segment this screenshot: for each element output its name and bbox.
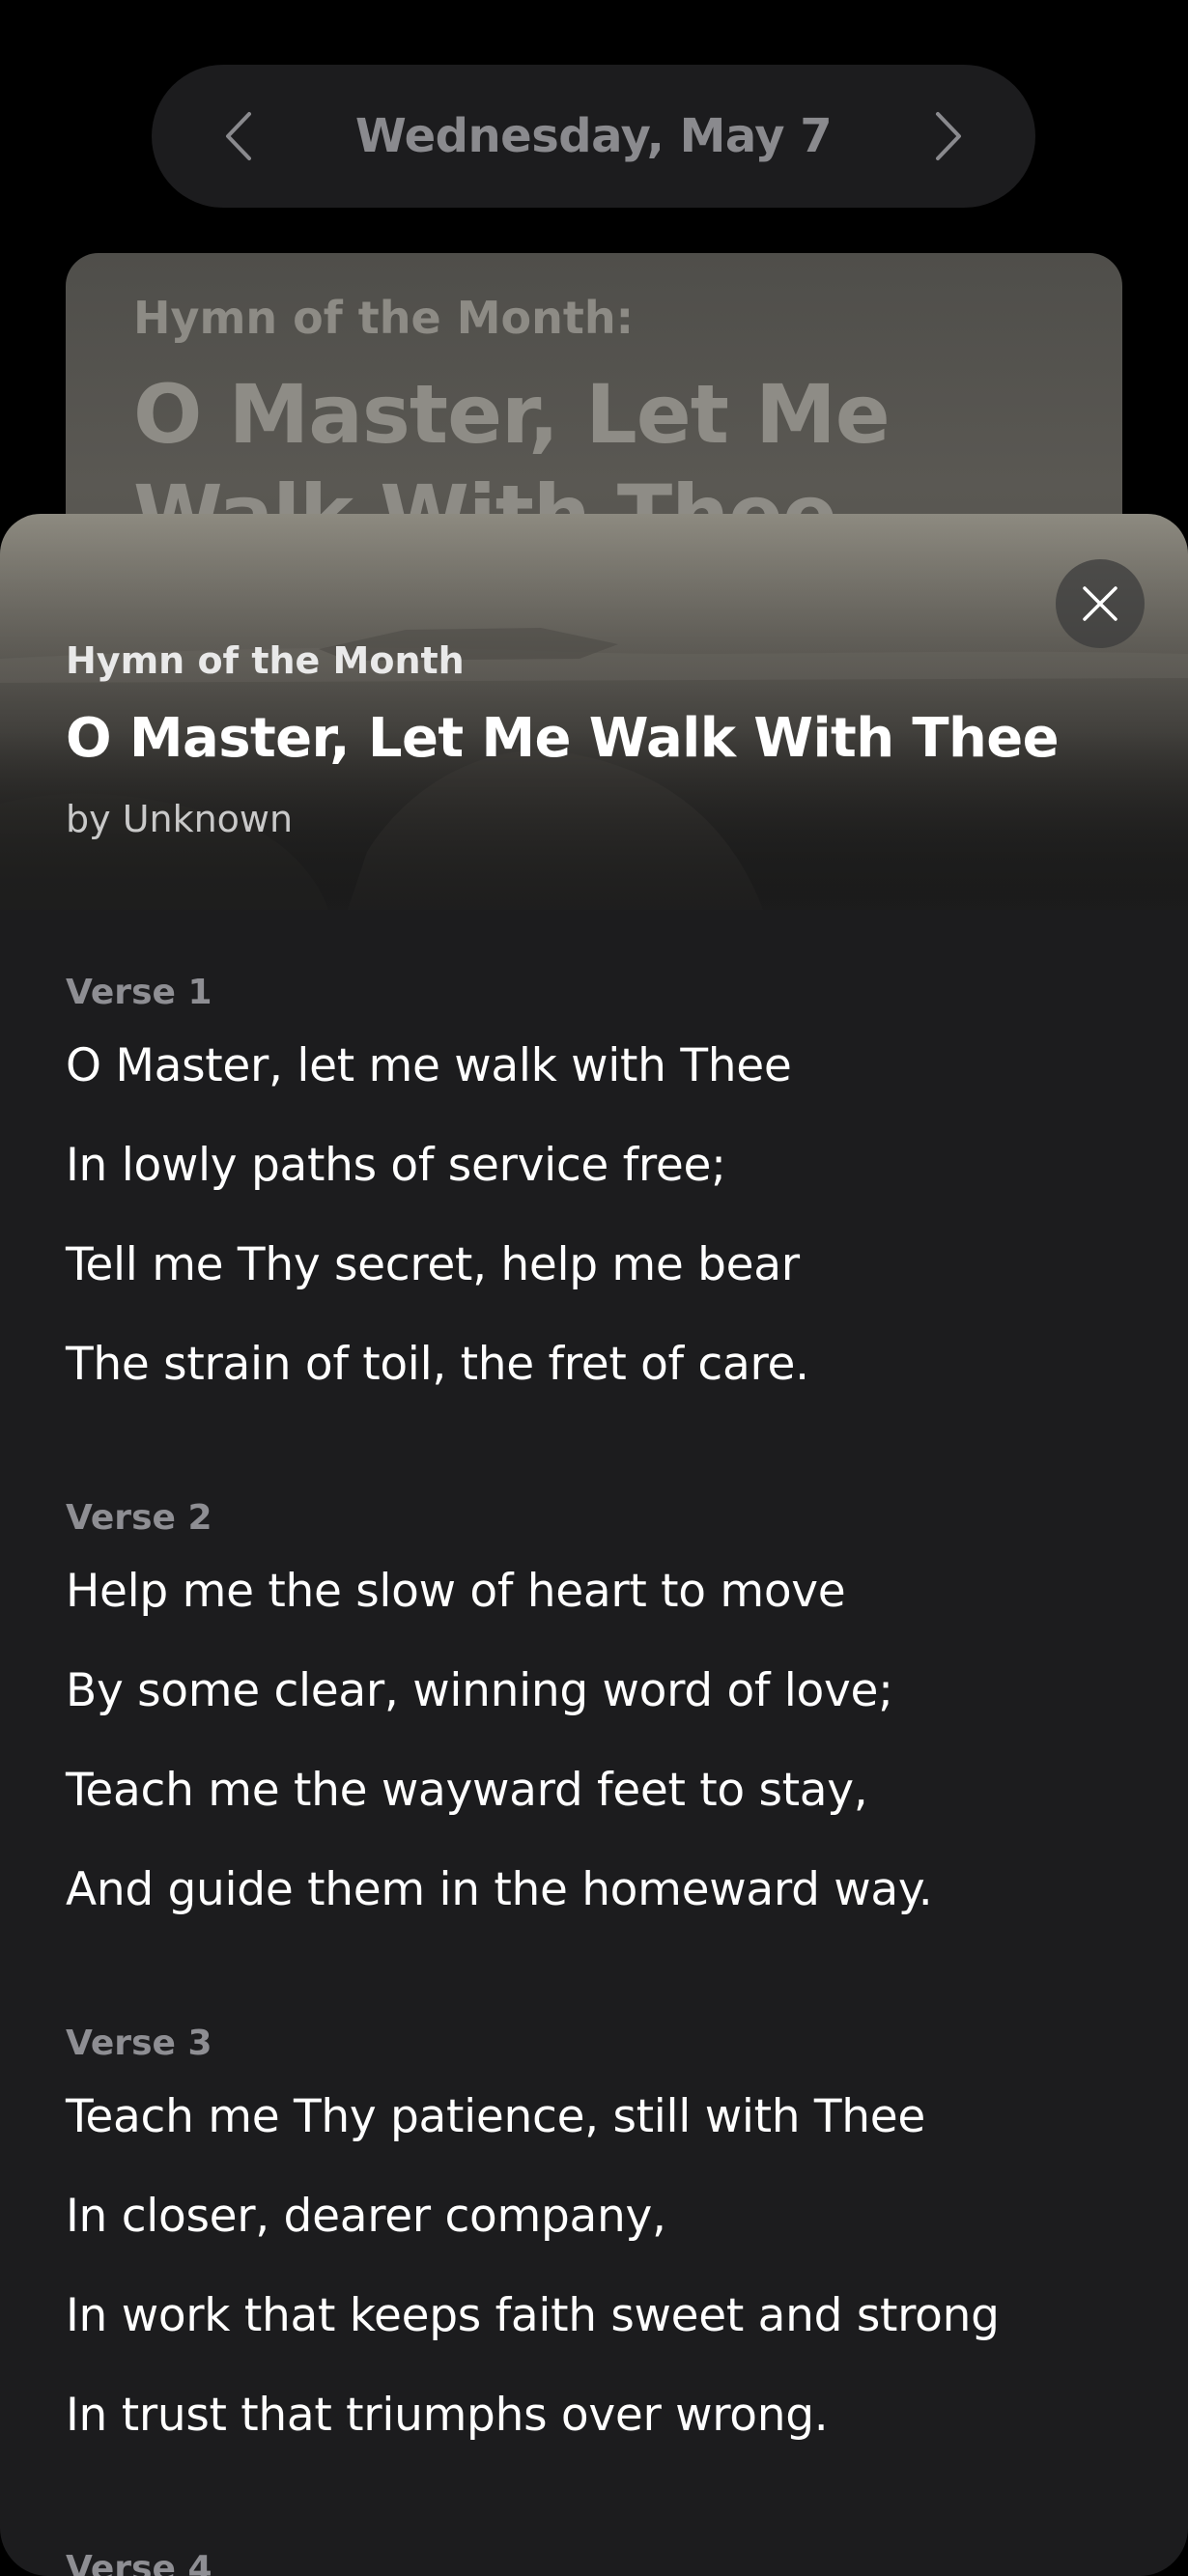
date-navigator: Wednesday, May 7	[152, 65, 1035, 208]
verse-label: Verse 3	[66, 2024, 212, 2063]
verse-line: Teach me Thy patience, still with Thee	[66, 2090, 925, 2143]
verse-line: In closer, dearer company,	[66, 2190, 666, 2243]
close-icon	[1083, 586, 1117, 621]
verse-line: Help me the slow of heart to move	[66, 1565, 846, 1618]
verse-line: In trust that triumphs over wrong.	[66, 2389, 829, 2442]
verse-line: In lowly paths of service free;	[66, 1139, 726, 1192]
chevron-right-icon	[936, 112, 961, 160]
screen: Wednesday, May 7 Hymn of the Month: O Ma…	[0, 0, 1188, 2576]
verse-line: And guide them in the homeward way.	[66, 1863, 933, 1916]
hymn-author: by Unknown	[66, 798, 294, 840]
verse-label: Verse 4	[66, 2549, 212, 2576]
hymn-card-label: Hymn of the Month:	[133, 292, 635, 344]
previous-day-button[interactable]	[200, 98, 277, 175]
verse-line: The strain of toil, the fret of care.	[66, 1338, 809, 1391]
hymn-detail-sheet: Hymn of the Month O Master, Let Me Walk …	[0, 514, 1188, 2576]
verse-line: By some clear, winning word of love;	[66, 1664, 893, 1717]
sheet-label: Hymn of the Month	[66, 639, 465, 682]
chevron-left-icon	[226, 112, 251, 160]
verse-block: Verse 4	[66, 2544, 1122, 2576]
verses-list: Verse 1 O Master, let me walk with Thee …	[0, 910, 1188, 2576]
current-date: Wednesday, May 7	[354, 109, 833, 163]
verse-line: Tell me Thy secret, help me bear	[66, 1238, 800, 1291]
sheet-header: Hymn of the Month O Master, Let Me Walk …	[0, 514, 1188, 910]
next-day-button[interactable]	[910, 98, 987, 175]
verse-block: Verse 1 O Master, let me walk with Thee …	[66, 968, 1122, 1435]
verse-label: Verse 1	[66, 973, 212, 1012]
close-button[interactable]	[1056, 559, 1145, 648]
verse-block: Verse 2 Help me the slow of heart to mov…	[66, 1493, 1122, 1961]
verse-label: Verse 2	[66, 1498, 212, 1538]
verse-block: Verse 3 Teach me Thy patience, still wit…	[66, 2019, 1122, 2486]
verse-line: O Master, let me walk with Thee	[66, 1039, 792, 1092]
verse-line: Teach me the wayward feet to stay,	[66, 1764, 868, 1817]
verse-line: In work that keeps faith sweet and stron…	[66, 2289, 1000, 2342]
hymn-title: O Master, Let Me Walk With Thee	[66, 707, 1060, 770]
